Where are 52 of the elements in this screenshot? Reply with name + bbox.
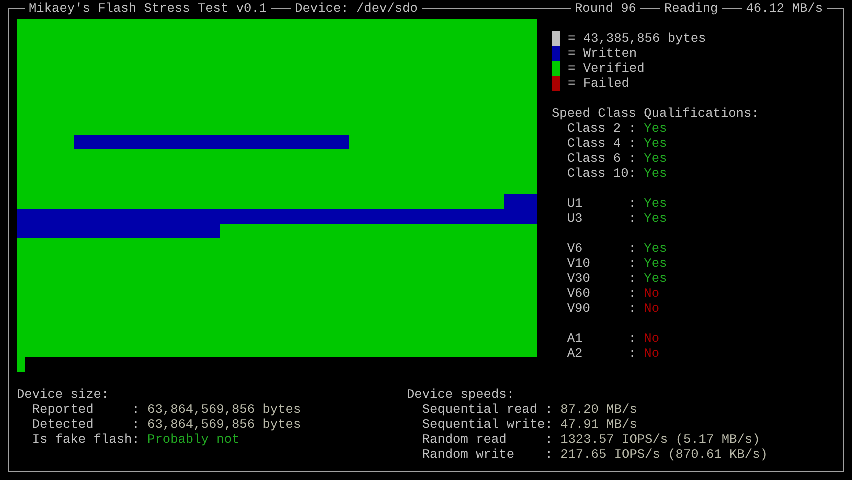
qualification-result: Yes xyxy=(644,211,668,226)
class-label: Class 4 : xyxy=(567,136,636,151)
window-title: Mikaey's Flash Stress Test v0.1 xyxy=(28,1,268,16)
qualification-result: No xyxy=(644,286,660,301)
field-label: Is fake flash: xyxy=(32,432,140,447)
field-label: Reported : xyxy=(32,402,140,417)
qualification-result: Yes xyxy=(644,271,668,286)
qualification-result: No xyxy=(644,346,660,361)
mode-status: Reading xyxy=(663,1,720,16)
speed-reading: 46.12 MB/s xyxy=(745,1,824,16)
qualification-result: Yes xyxy=(644,166,668,181)
qualification-result: Yes xyxy=(644,136,668,151)
class-label: V60 : xyxy=(567,286,636,301)
section-title: Speed Class Qualifications: xyxy=(552,106,760,121)
qualification-result: Yes xyxy=(644,196,668,211)
qualification-result: No xyxy=(644,301,660,316)
qualification-result: Yes xyxy=(644,151,668,166)
class-label: U3 : xyxy=(567,211,636,226)
legend-label: = Failed xyxy=(568,76,630,91)
field-label: Random read : xyxy=(422,432,553,447)
field-value: 47.91 MB/s xyxy=(560,417,638,432)
class-label: Class 6 : xyxy=(567,151,636,166)
field-label: Sequential read : xyxy=(422,402,553,417)
legend-label: = 43,385,856 bytes xyxy=(568,31,706,46)
field-value: 1323.57 IOPS/s (5.17 MB/s) xyxy=(560,432,760,447)
class-label: U1 : xyxy=(567,196,636,211)
field-value: Probably not xyxy=(148,432,240,447)
class-label: Class 2 : xyxy=(567,121,636,136)
class-label: Class 10: xyxy=(567,166,636,181)
class-label: V10 : xyxy=(567,256,636,271)
qualification-result: Yes xyxy=(644,121,668,136)
class-label: A1 : xyxy=(567,331,636,346)
device-path: Device: /dev/sdo xyxy=(294,1,419,16)
field-value: 63,864,569,856 bytes xyxy=(148,417,302,432)
section-title: Device speeds: xyxy=(407,387,516,402)
field-value: 217.65 IOPS/s (870.61 KB/s) xyxy=(560,447,768,462)
class-label: V6 : xyxy=(567,241,636,256)
round-counter: Round 96 xyxy=(574,1,638,16)
qualification-result: No xyxy=(644,331,660,346)
section-title: Device size: xyxy=(17,387,110,402)
qualification-result: Yes xyxy=(644,256,668,271)
legend-label: = Verified xyxy=(568,61,645,76)
qualification-result: Yes xyxy=(644,241,668,256)
field-label: Sequential write: xyxy=(422,417,553,432)
class-label: V30 : xyxy=(567,271,636,286)
field-value: 87.20 MB/s xyxy=(560,402,638,417)
field-label: Detected : xyxy=(32,417,140,432)
legend-label: = Written xyxy=(568,46,638,61)
field-value: 63,864,569,856 bytes xyxy=(148,402,302,417)
class-label: V90 : xyxy=(567,301,636,316)
field-label: Random write : xyxy=(422,447,553,462)
class-label: A2 : xyxy=(567,346,636,361)
